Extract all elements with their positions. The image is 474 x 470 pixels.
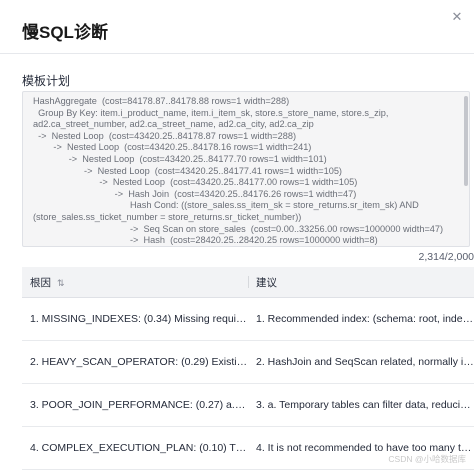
dialog-header: 慢SQL诊断 ✕ (0, 0, 474, 54)
cell-root-cause: 4. COMPLEX_EXECUTION_PLAN: (0.10) The S.… (22, 426, 248, 470)
table-row[interactable]: 3. POOR_JOIN_PERFORMANCE: (0.27) a. Larg… (22, 383, 474, 427)
cell-suggestion: 1. Recommended index: (schema: root, ind… (248, 297, 474, 341)
diagnosis-table: 根因 ⇅ 建议 1. MISSING_INDEXES: (0.34) Missin… (22, 267, 474, 470)
table-row[interactable]: 1. MISSING_INDEXES: (0.34) Missing requi… (22, 297, 474, 341)
plan-textarea[interactable]: HashAggregate (cost=84178.87..84178.88 r… (22, 91, 470, 247)
dialog-title: 慢SQL诊断 (22, 23, 108, 42)
cell-root-cause: 2. HEAVY_SCAN_OPERATOR: (0.29) Existing … (22, 340, 248, 384)
table-row[interactable]: 2. HEAVY_SCAN_OPERATOR: (0.29) Existing … (22, 340, 474, 384)
cell-root-cause: 1. MISSING_INDEXES: (0.34) Missing requi… (22, 297, 248, 341)
cell-suggestion: 2. HashJoin and SeqScan related, normall… (248, 340, 474, 384)
close-icon[interactable]: ✕ (450, 10, 464, 24)
sort-icon[interactable]: ⇅ (57, 278, 65, 289)
char-counter: 2,314/2,000 (418, 251, 474, 263)
header-suggestion-label: 建议 (256, 276, 277, 289)
watermark: CSDN @小哈数据库 (388, 454, 466, 464)
plan-label: 模板计划 (22, 74, 71, 88)
header-root-cause-label: 根因 (30, 276, 51, 289)
plan-scrollbar[interactable] (463, 92, 469, 246)
header-root-cause[interactable]: 根因 ⇅ (22, 267, 248, 298)
cell-suggestion: 3. a. Temporary tables can filter data, … (248, 383, 474, 427)
cell-root-cause: 3. POOR_JOIN_PERFORMANCE: (0.27) a. Larg… (22, 383, 248, 427)
plan-scrollbar-thumb[interactable] (464, 96, 468, 186)
plan-text: HashAggregate (cost=84178.87..84178.88 r… (33, 96, 444, 246)
table-header-row: 根因 ⇅ 建议 (22, 267, 474, 298)
header-suggestion: 建议 (248, 267, 474, 298)
